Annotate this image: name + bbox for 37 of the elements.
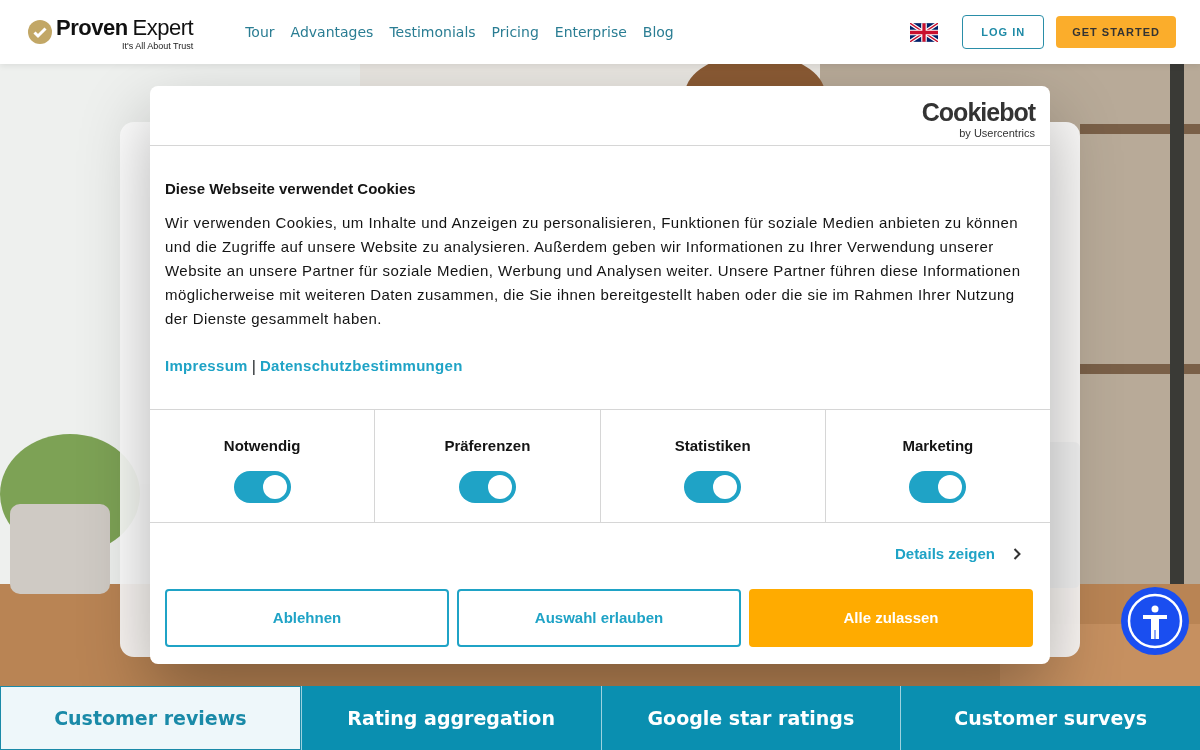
feature-tab[interactable]: Customer reviews: [0, 686, 301, 750]
feature-tab[interactable]: Rating aggregation: [300, 686, 601, 750]
category-label: Präferenzen: [443, 435, 532, 456]
chevron-right-icon[interactable]: [1013, 547, 1021, 560]
toggle-switch[interactable]: [909, 471, 967, 503]
accept-all-button[interactable]: Alle zulassen: [749, 589, 1033, 647]
get-started-button[interactable]: GET STARTED: [1056, 15, 1176, 49]
consent-button[interactable]: Ablehnen: [165, 589, 449, 647]
nav-link[interactable]: Enterprise: [554, 21, 627, 43]
nav-link[interactable]: Tour: [245, 21, 275, 43]
nav-link[interactable]: Blog: [642, 21, 674, 43]
cookiebot-logo: Cookiebot: [921, 100, 1035, 125]
brand-name: Expert: [132, 13, 194, 42]
feature-tab[interactable]: Customer surveys: [900, 686, 1200, 750]
consent-button[interactable]: Auswahl erlauben: [457, 589, 741, 647]
dialog-title: Diese Webseite verwendet Cookies: [165, 179, 417, 199]
login-button[interactable]: LOG IN: [962, 14, 1045, 50]
category-label: Statistiken: [673, 435, 752, 456]
logo-subtitle: by Usercentrics: [958, 126, 1035, 141]
separator: |: [251, 356, 256, 377]
brand-tagline: It's All About Trust: [120, 40, 194, 53]
flag-icon[interactable]: [910, 22, 939, 42]
nav-link[interactable]: Advantages: [290, 21, 374, 43]
category-label: Marketing: [901, 435, 975, 456]
privacy-link[interactable]: Datenschutzbestimmungen: [259, 355, 463, 378]
feature-tab[interactable]: Google star ratings: [600, 686, 901, 750]
toggle-switch[interactable]: [233, 471, 291, 503]
nav-link[interactable]: Pricing: [491, 21, 539, 43]
toggle-switch[interactable]: [684, 471, 742, 503]
nav-link[interactable]: Testimonials: [389, 21, 476, 43]
category-label: Notwendig: [222, 435, 302, 456]
brand-name: Proven: [56, 13, 128, 42]
details-link[interactable]: Details zeigen: [894, 542, 995, 565]
toggle-switch[interactable]: [458, 471, 516, 503]
check-badge-icon: [28, 20, 52, 44]
impressum-link[interactable]: Impressum: [165, 355, 248, 378]
dialog-text: Wir verwenden Cookies, um Inhalte und Anzeigen zu personalisieren, Funktionen für soziale Medien anbieten zu können und die Zugriffe auf unsere Website zu analysieren. Außerdem geben wir Informationen zu Ihrer Verwendung unserer Website an unsere Partner für soziale Medien, Werbung und Analysen weiter. Unsere Partner führen diese Informationen möglicherweise mit weiteren Daten zusammen, die Sie ihnen bereitgestellt haben oder die sie im Rahmen Ihrer Nutzung der Dienste gesammelt haben.: [165, 212, 1022, 329]
